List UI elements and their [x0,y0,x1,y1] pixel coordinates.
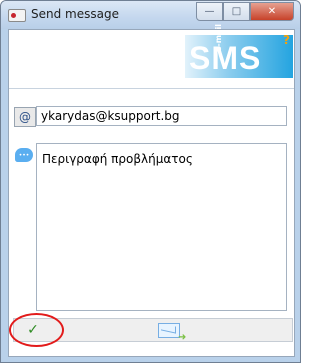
action-bar: ✓ ➜ [9,313,293,347]
app-icon [8,9,26,22]
logo-subtext: e-mail [214,24,223,52]
title-bar[interactable]: Send message — □ ✕ [1,1,300,29]
highlight-circle [9,313,64,347]
window-title: Send message [31,7,119,21]
main-panel: SMS e-mail ? @ ••• Περιγραφή προβλήματος… [8,24,295,357]
send-message-window: Send message — □ ✕ SMS e-mail ? @ ••• Πε… [0,0,301,363]
maximize-button[interactable]: □ [223,2,250,21]
envelope-icon [158,322,180,338]
logo-text: SMS [189,40,262,76]
header-divider [9,88,294,89]
send-button[interactable]: ➜ [155,319,187,343]
close-button[interactable]: ✕ [250,2,294,21]
message-textarea[interactable]: Περιγραφή προβλήματος [36,143,287,311]
chat-bubble-icon: ••• [15,148,33,162]
email-field[interactable] [36,106,287,126]
window-controls: — □ ✕ [196,2,294,21]
send-arrow-icon: ➜ [178,332,187,343]
at-sign-icon: @ [14,107,36,127]
minimize-button[interactable]: — [196,2,223,21]
help-icon[interactable]: ? [283,33,290,47]
